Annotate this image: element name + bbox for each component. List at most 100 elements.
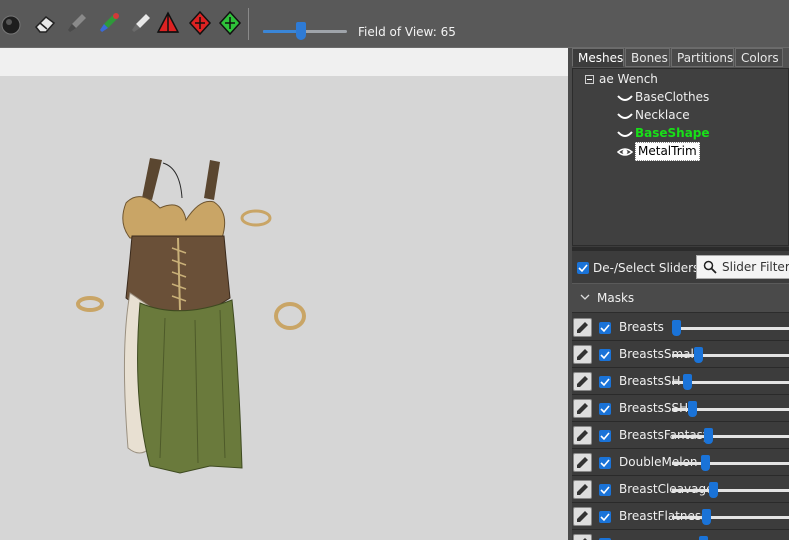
checkmark-icon [600,459,610,468]
eraser-icon[interactable] [32,10,58,36]
outfit-model [76,158,306,474]
green-diamond-icon[interactable] [218,10,244,36]
select-sliders-checkbox[interactable] [577,262,589,274]
red-diamond-icon[interactable] [188,10,214,36]
slider-checkbox[interactable] [599,457,611,469]
pencil-icon [577,457,588,468]
tab-bar: Meshes Bones Partitions Colors [572,48,789,68]
tree-item-metaltrim[interactable]: MetalTrim [617,142,700,161]
edit-slider-button[interactable] [573,480,592,499]
slider-checkbox[interactable] [599,322,611,334]
select-sliders-bar: De-/Select Sliders Slider Filter [572,251,789,283]
chevron-down-icon [580,294,590,300]
slider-thumb[interactable] [708,482,718,498]
tree-item-label: MetalTrim [635,142,700,161]
mesh-visible-icon[interactable] [617,129,633,139]
fov-label: Field of View: 65 [358,25,456,39]
slider-thumb[interactable] [701,455,711,471]
tab-meshes[interactable]: Meshes [572,48,624,67]
tree-item-necklace[interactable]: Necklace [617,107,690,124]
edit-slider-button[interactable] [573,534,592,540]
edit-slider-button[interactable] [573,507,592,526]
slider-row: Breasts [572,315,789,341]
mesh-tree: ae Wench BaseClothes Necklace BaseShape … [572,68,789,246]
slider-thumb[interactable] [693,347,703,363]
mesh-visible-icon[interactable] [617,93,633,103]
collapse-icon[interactable] [585,75,594,84]
slider-track[interactable] [672,489,789,492]
pencil-icon [577,484,588,495]
edit-slider-button[interactable] [573,345,592,364]
slider-list: Breasts BreastsSmall BreastsSH BreastsSSH Br… [572,315,789,540]
slider-checkbox[interactable] [599,349,611,361]
slider-row: BreastsSH [572,369,789,395]
edit-slider-button[interactable] [573,399,592,418]
checkmark-icon [600,513,610,522]
slider-thumb[interactable] [672,320,681,336]
tab-colors[interactable]: Colors [735,48,783,67]
tree-item-label: Necklace [635,108,690,122]
slider-checkbox[interactable] [599,403,611,415]
tree-item-label: BaseClothes [635,90,710,104]
masks-label: Masks [597,291,635,305]
slider-checkbox[interactable] [599,484,611,496]
checkmark-icon [600,378,610,387]
edit-slider-button[interactable] [573,318,592,337]
pencil-icon [577,376,588,387]
slider-filter-input[interactable]: Slider Filter [696,255,789,279]
slider-name: Breasts [619,320,664,334]
tree-item-label: BaseShape [635,126,710,140]
tree-root-label: ae Wench [599,72,658,86]
slider-thumb[interactable] [688,401,698,417]
slider-track[interactable] [672,462,789,465]
brush-white-icon[interactable] [128,10,154,36]
slider-row: BreastCleavage [572,477,789,503]
slider-track[interactable] [672,354,789,357]
slider-checkbox[interactable] [599,376,611,388]
slider-thumb[interactable] [704,428,714,444]
tree-root[interactable]: ae Wench [585,72,658,86]
mesh-visible-icon[interactable] [617,111,633,121]
slider-checkbox[interactable] [599,430,611,442]
pencil-icon [577,349,588,360]
slider-thumb[interactable] [682,374,692,390]
slider-checkbox[interactable] [599,511,611,523]
slider-row [572,531,789,540]
side-panel: Meshes Bones Partitions Colors ae Wench … [572,48,789,540]
slider-track[interactable] [672,435,789,438]
checkmark-icon [600,351,610,360]
checkmark-icon [600,405,610,414]
transform-icon[interactable] [156,10,182,36]
pencil-icon [577,322,588,333]
tab-partitions[interactable]: Partitions [671,48,734,67]
3d-viewport[interactable] [0,48,568,540]
slider-track[interactable] [672,516,789,519]
tree-item-baseclothes[interactable]: BaseClothes [617,89,709,106]
brush-gray-icon[interactable] [64,10,90,36]
edit-slider-button[interactable] [573,372,592,391]
edit-slider-button[interactable] [573,453,592,472]
slider-thumb[interactable] [699,536,708,540]
checkmark-icon [600,324,610,333]
fov-slider-thumb[interactable] [295,22,306,40]
checkmark-icon [600,486,610,495]
tab-bones[interactable]: Bones [625,48,670,67]
brush-color-icon[interactable] [96,10,122,36]
checkmark-icon [600,432,610,441]
slider-thumb[interactable] [702,509,712,525]
select-sliders-label: De-/Select Sliders [593,261,700,275]
tree-item-baseshape[interactable]: BaseShape [617,125,710,142]
slider-row: DoubleMelon [572,450,789,476]
eye-icon[interactable] [617,147,633,157]
slider-filter-placeholder: Slider Filter [722,260,789,274]
slider-row: BreastsSmall [572,342,789,368]
slider-row: BreastsSSH [572,396,789,422]
toolbar-separator [248,8,249,40]
pencil-icon [577,511,588,522]
edit-slider-button[interactable] [573,426,592,445]
slider-track[interactable] [672,327,789,330]
brush-sphere-icon[interactable] [0,10,26,36]
pencil-icon [577,403,588,414]
toolbar: Field of View: 65 [0,0,789,48]
masks-header[interactable]: Masks [572,283,789,313]
